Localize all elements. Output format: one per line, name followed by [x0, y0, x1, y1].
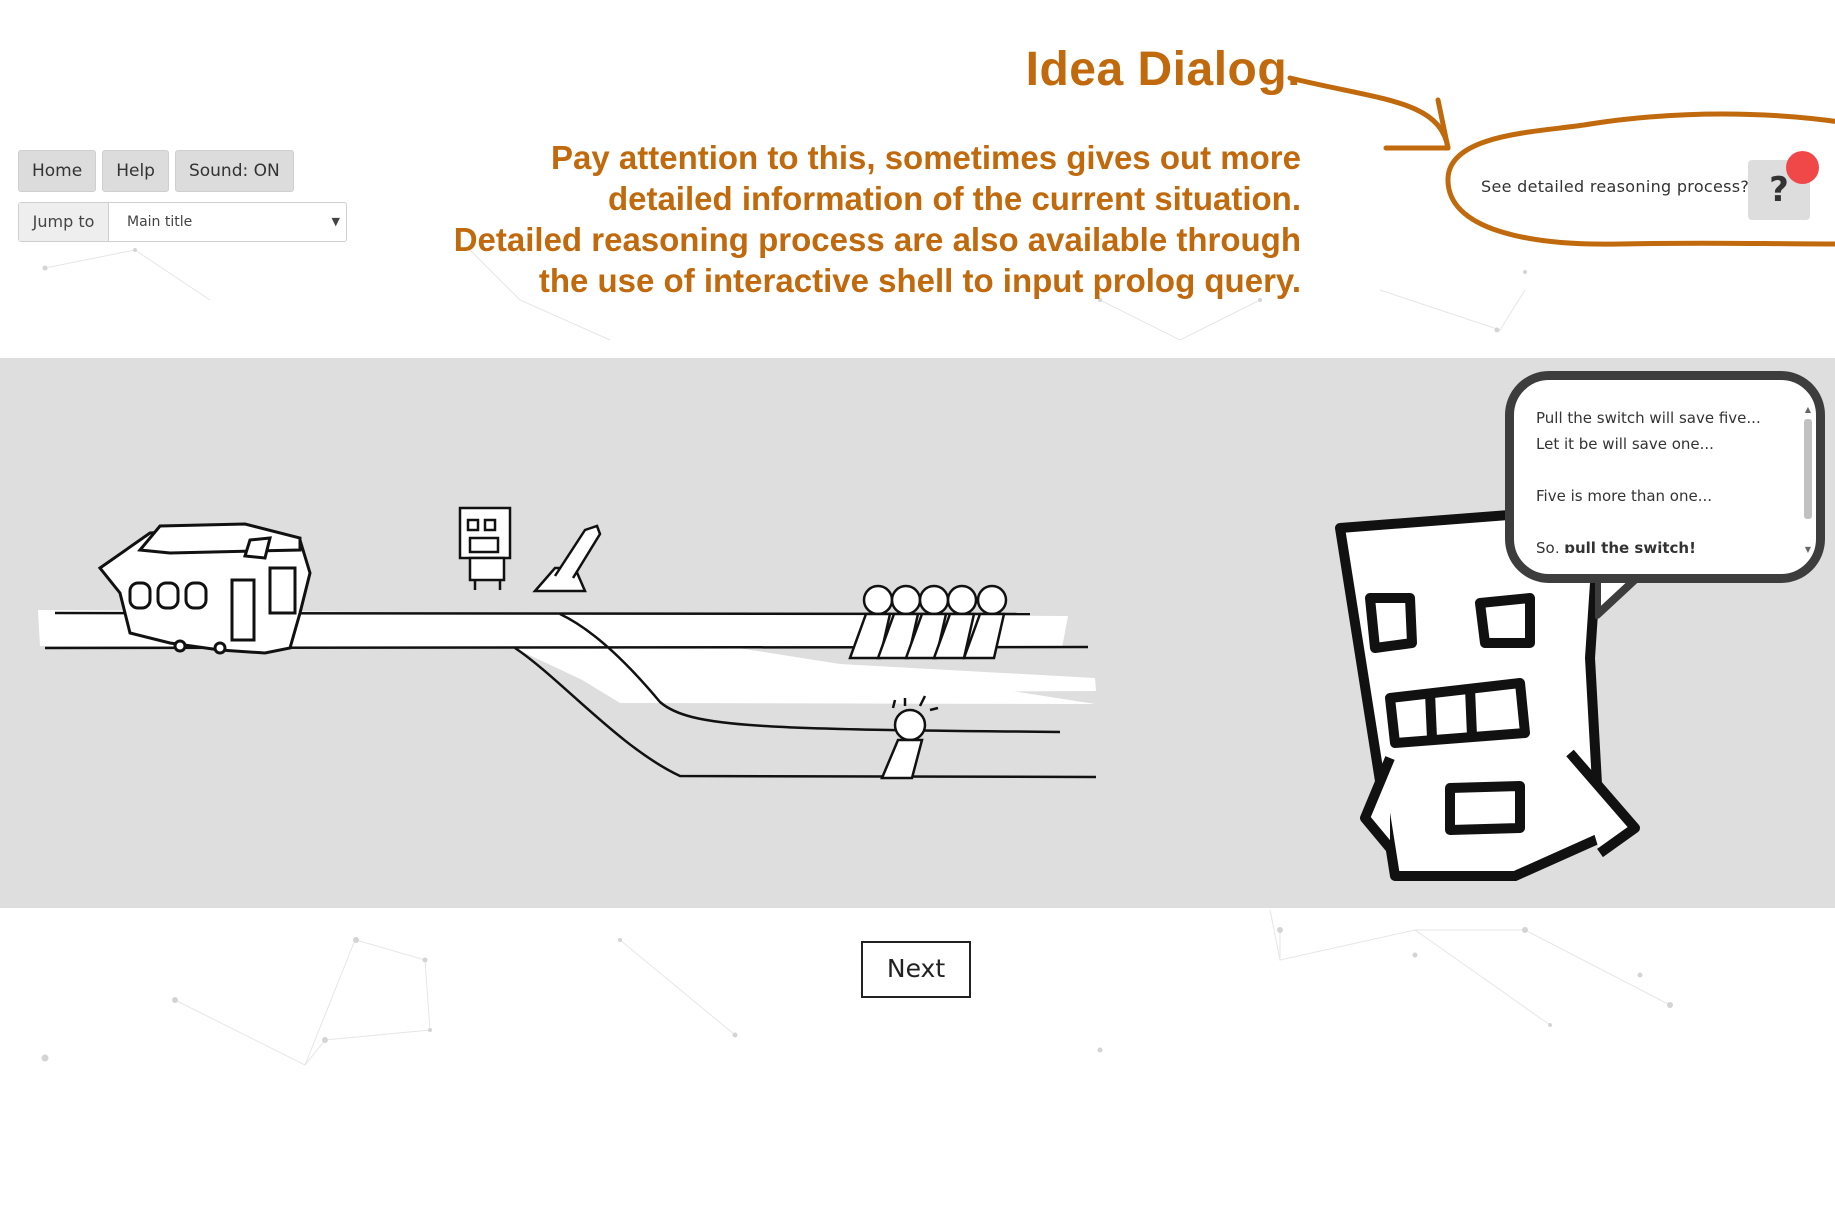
switch-lever-drawing — [532, 524, 602, 593]
speech-bubble-scrollbar[interactable]: ▲ ▼ — [1802, 405, 1814, 555]
annotation-text: Pay attention to this, sometimes gives o… — [401, 137, 1301, 301]
jump-to-select[interactable]: Main title ▼ — [109, 203, 346, 241]
idea-dialog-text: See detailed reasoning process? — [1481, 177, 1750, 196]
speech-line: Let it be will save one... — [1536, 435, 1714, 453]
notification-badge — [1786, 151, 1819, 184]
chevron-down-icon: ▼ — [331, 215, 340, 228]
five-people-drawing — [848, 584, 1008, 660]
jump-to-label: Jump to — [19, 203, 109, 241]
jump-to-group: Jump to Main title ▼ — [18, 202, 347, 242]
annotation-line: Detailed reasoning process are also avai… — [453, 221, 1301, 258]
sound-toggle-button[interactable]: Sound: ON — [174, 150, 294, 192]
scrollbar-thumb[interactable] — [1804, 419, 1812, 519]
scroll-down-icon[interactable]: ▼ — [1802, 545, 1814, 555]
speech-line-conclusion: So, pull the switch! — [1536, 535, 1776, 553]
robot-small-drawing — [458, 506, 512, 590]
toolbar: Home Help Sound: ON — [18, 150, 294, 192]
speech-bubble-content[interactable]: Pull the switch will save five... Let it… — [1536, 405, 1776, 553]
annotation-line: Pay attention to this, sometimes gives o… — [551, 139, 1301, 176]
scroll-up-icon[interactable]: ▲ — [1802, 405, 1814, 415]
jump-to-selected-value: Main title — [127, 214, 193, 230]
annotation-arrow — [1287, 75, 1451, 151]
speech-line: So, — [1536, 539, 1565, 553]
speech-line: Five is more than one... — [1536, 487, 1713, 505]
annotation-line: the use of interactive shell to input pr… — [538, 262, 1301, 299]
trolley-drawing — [97, 522, 312, 655]
speech-emphasis: pull the switch! — [1564, 539, 1696, 553]
help-button[interactable]: Help — [102, 150, 169, 192]
one-person-drawing — [880, 695, 939, 780]
annotation-title: Idea Dialog. — [1025, 43, 1301, 96]
home-button[interactable]: Home — [18, 150, 97, 192]
next-button[interactable]: Next — [861, 941, 971, 998]
annotation-line: detailed information of the current situ… — [607, 180, 1301, 217]
speech-line: Pull the switch will save five... — [1536, 409, 1761, 427]
